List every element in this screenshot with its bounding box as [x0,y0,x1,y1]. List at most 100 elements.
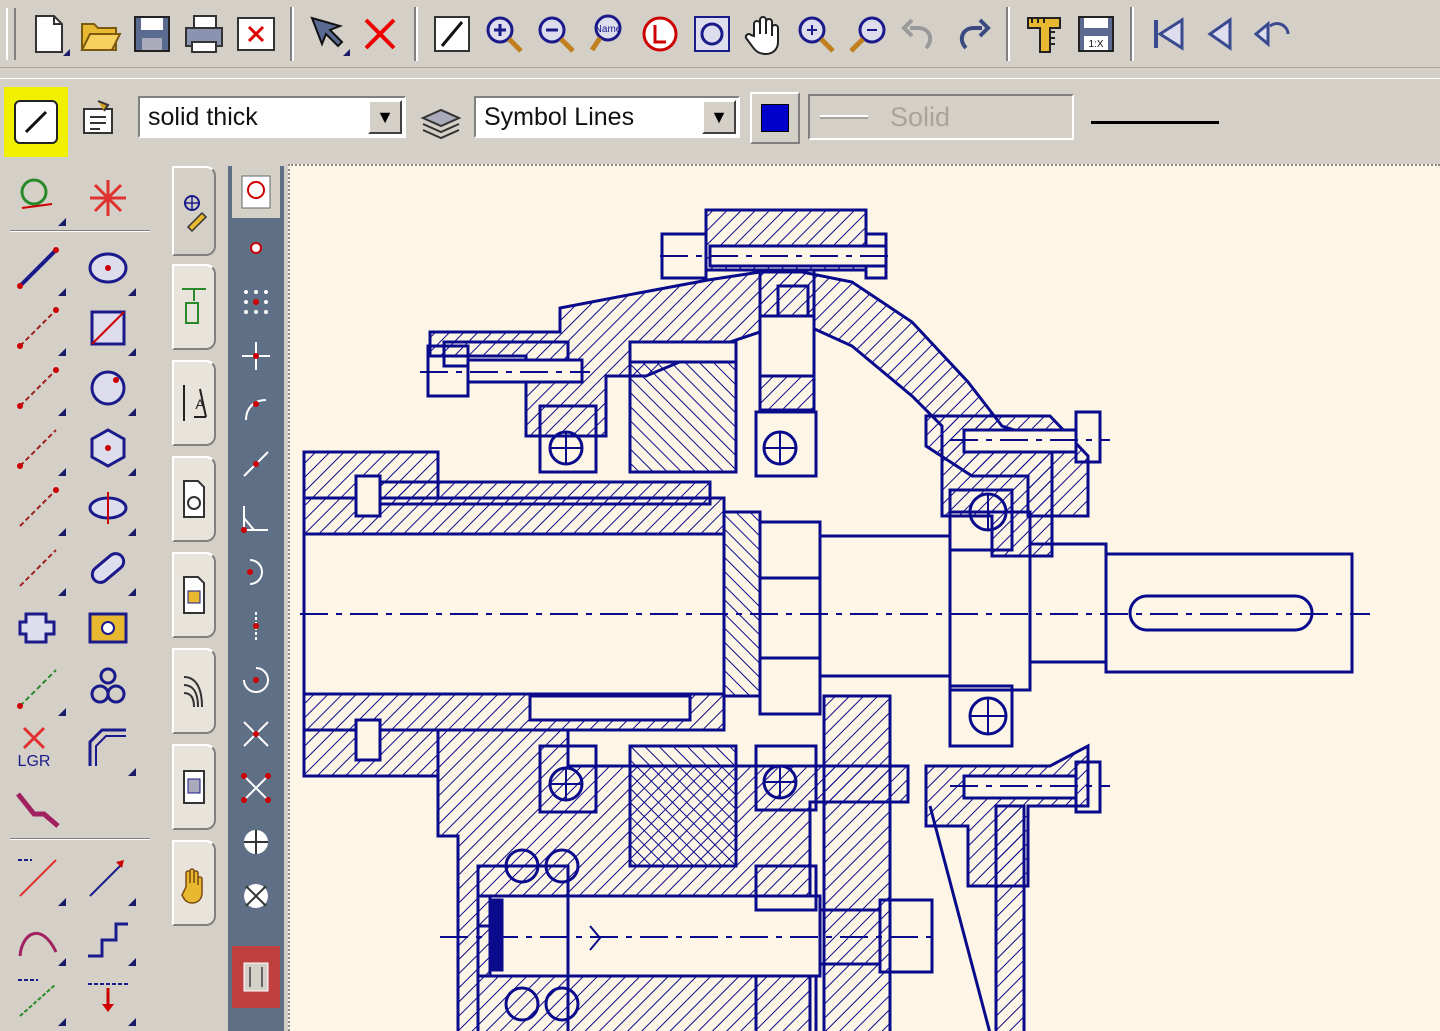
snap-center-icon [253,612,259,640]
snap-circle-button[interactable] [232,816,280,868]
chevron-down-icon[interactable]: ▼ [702,100,736,134]
snap-settings-button[interactable] [232,166,280,218]
close-document-button[interactable] [230,8,282,60]
new-document-button[interactable] [22,8,74,60]
lgr-tool[interactable]: LGR [8,718,68,778]
circle-icon [88,252,128,284]
print-button[interactable] [178,8,230,60]
pen-style-select[interactable]: solid thick ▼ [138,96,406,138]
drawing-canvas[interactable] [288,164,1440,1031]
layer-select[interactable]: Symbol Lines ▼ [474,96,740,138]
save-button[interactable] [126,8,178,60]
svg-text:A: A [195,396,205,412]
sheets-tab-icon [183,676,203,708]
rectangle-diagonal-icon [90,310,126,346]
tab-library[interactable] [172,552,216,638]
circle-tangent-tool[interactable] [8,168,68,228]
line-parallel-tool[interactable] [8,298,68,358]
tab-symbols[interactable] [172,456,216,542]
layer-value: Symbol Lines [484,102,635,131]
snap-grid-button[interactable] [232,276,280,328]
undo-button[interactable] [894,8,946,60]
redo-button[interactable] [946,8,998,60]
active-line-tool[interactable] [4,87,68,157]
zoom-minus-button[interactable] [842,8,894,60]
scale-save-button[interactable]: 1:X [1070,8,1122,60]
rectangle-tool[interactable] [78,298,138,358]
line-bisector-tool[interactable] [8,538,68,598]
snap-nearest-button[interactable] [232,708,280,760]
snap-endpoints-button[interactable] [232,762,280,814]
circle-tool[interactable] [78,238,138,298]
snap-magnet-icon [241,175,271,209]
snap-midpoint-button[interactable] [232,438,280,490]
measure-button[interactable] [1018,8,1070,60]
zoom-window-button[interactable] [686,8,738,60]
extend-tool[interactable] [78,848,138,908]
zoom-name-button[interactable]: Name [582,8,634,60]
pan-button[interactable] [738,8,790,60]
tab-layers[interactable] [172,648,216,734]
line-tangent-tool[interactable] [8,478,68,538]
chevron-down-icon[interactable]: ▼ [368,100,402,134]
offset-tool[interactable] [8,968,68,1028]
snap-perpendicular-button[interactable] [232,492,280,544]
open-button[interactable] [74,8,126,60]
slot-tool[interactable] [78,538,138,598]
point-tool[interactable] [78,168,138,228]
draw-line-icon [434,15,470,52]
snap-tangent-button[interactable] [232,546,280,598]
zoom-out-button[interactable] [530,8,582,60]
tab-macros[interactable] [172,840,216,926]
trim-tool[interactable] [8,848,68,908]
circle-3point-tool[interactable] [78,358,138,418]
hand-tab-icon [181,868,203,904]
geometry-tab-icon [184,195,208,233]
line-perpendicular-tool[interactable] [8,418,68,478]
select-button[interactable] [302,8,354,60]
belt-tool[interactable] [78,658,138,718]
undo-icon [901,18,933,49]
zoom-in-button[interactable] [478,8,530,60]
snap-center-button[interactable] [232,600,280,652]
contour-tool[interactable] [8,598,68,658]
ellipse-tool[interactable] [78,478,138,538]
line-angle-tool[interactable] [8,358,68,418]
divide-tool[interactable] [78,968,138,1028]
chamfer-tool[interactable] [78,718,138,778]
previous-page-button[interactable] [1194,8,1246,60]
pen-properties-button[interactable] [72,91,124,143]
tab-dimensions[interactable] [172,264,216,350]
line-width-select[interactable] [1082,94,1228,150]
line-tool[interactable] [8,238,68,298]
hatch-block-tool[interactable] [78,598,138,658]
layers-button[interactable] [634,8,686,60]
snap-quadrant-button[interactable] [232,654,280,706]
polyline-tool[interactable] [8,778,68,838]
tab-views[interactable] [172,744,216,830]
circle-point-icon [90,370,126,406]
line-tangent-icon [19,487,59,527]
symbol-tab-icon [183,480,205,518]
polygon-tool[interactable] [78,418,138,478]
tab-annotation[interactable]: A [172,360,216,446]
line-type-select[interactable]: Solid [808,94,1074,140]
layer-manager-button[interactable] [414,96,468,144]
zoom-plus-button[interactable] [790,8,842,60]
next-page-button[interactable] [1246,8,1298,60]
snap-off-button[interactable] [232,946,280,1008]
spline-tool[interactable] [8,908,68,968]
snap-point-button[interactable] [232,222,280,274]
layers-icon [642,16,678,51]
draw-line-button[interactable] [426,8,478,60]
step-tool[interactable] [78,908,138,968]
snap-arc-button[interactable] [232,384,280,436]
color-swatch[interactable] [750,92,800,144]
snap-all-button[interactable] [232,870,280,922]
snap-intersection-button[interactable] [232,330,280,382]
tab-geometry[interactable] [172,166,216,256]
delete-button[interactable] [354,8,406,60]
construction-line-tool[interactable] [8,658,68,718]
toolbar-grip[interactable] [6,7,16,60]
first-page-button[interactable] [1142,8,1194,60]
